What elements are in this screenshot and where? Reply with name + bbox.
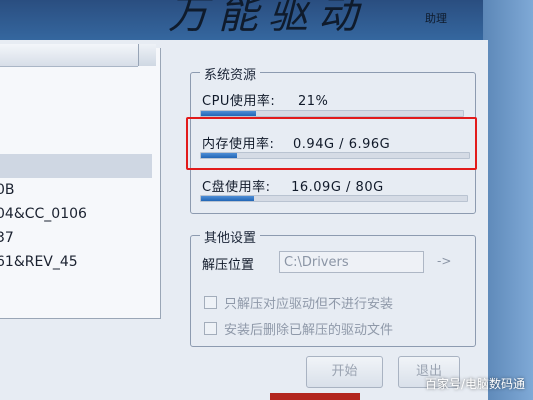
list-item[interactable]: 0B bbox=[0, 178, 152, 202]
list-item[interactable] bbox=[0, 130, 152, 154]
disk-usage-value: 16.09G / 80G bbox=[291, 180, 384, 195]
extract-location-label: 解压位置 bbox=[202, 258, 255, 273]
watermark: 百家号/电脑数码通 bbox=[424, 377, 525, 391]
list-column-resize-handle[interactable] bbox=[138, 44, 156, 66]
cpu-usage-bar bbox=[200, 110, 464, 117]
extract-only-label: 只解压对应驱动但不进行安装 bbox=[224, 297, 394, 312]
list-item-label: 37 bbox=[0, 230, 14, 246]
list-item-label: 0B bbox=[0, 182, 15, 198]
disk-usage-bar bbox=[200, 195, 468, 202]
desktop-background-right bbox=[483, 0, 533, 400]
taskbar-fragment bbox=[270, 393, 360, 400]
list-item[interactable]: 04&CC_0106 bbox=[0, 202, 152, 226]
delete-after-install-label: 安装后删除已解压的驱动文件 bbox=[224, 323, 394, 338]
list-column-header[interactable] bbox=[0, 44, 138, 67]
system-resources-title: 系统资源 bbox=[200, 64, 261, 83]
delete-after-install-option[interactable]: 安装后删除已解压的驱动文件 bbox=[204, 319, 393, 338]
cpu-usage-fill bbox=[201, 111, 257, 116]
cpu-usage-value: 21% bbox=[297, 94, 329, 109]
extract-only-option[interactable]: 只解压对应驱动但不进行安装 bbox=[204, 293, 393, 312]
extract-only-checkbox[interactable] bbox=[204, 296, 217, 309]
extract-path-input[interactable]: C:\Drivers bbox=[279, 251, 424, 273]
list-item-label: 61&REV_45 bbox=[0, 254, 78, 270]
list-item[interactable]: 61&REV_45 bbox=[0, 250, 152, 274]
memory-highlight-annotation bbox=[186, 117, 477, 170]
cpu-usage-text: CPU使用率: 21% bbox=[202, 90, 328, 109]
app-subtitle: 助理 bbox=[425, 12, 447, 25]
start-button[interactable]: 开始 bbox=[306, 356, 383, 388]
other-settings-title: 其他设置 bbox=[200, 227, 261, 246]
delete-after-install-checkbox[interactable] bbox=[204, 322, 217, 335]
list-item[interactable]: 37 bbox=[0, 226, 152, 250]
arrow-right-icon[interactable]: -> bbox=[437, 254, 451, 268]
disk-usage-fill bbox=[201, 196, 255, 201]
disk-usage-text: C盘使用率: 16.09G / 80G bbox=[202, 176, 384, 195]
cpu-usage-label: CPU使用率: bbox=[202, 94, 276, 109]
list-item[interactable] bbox=[0, 154, 152, 178]
list-item-label: 04&CC_0106 bbox=[0, 206, 87, 222]
disk-usage-label: C盘使用率: bbox=[202, 180, 271, 195]
app-title: 万能驱动 bbox=[168, 0, 368, 38]
